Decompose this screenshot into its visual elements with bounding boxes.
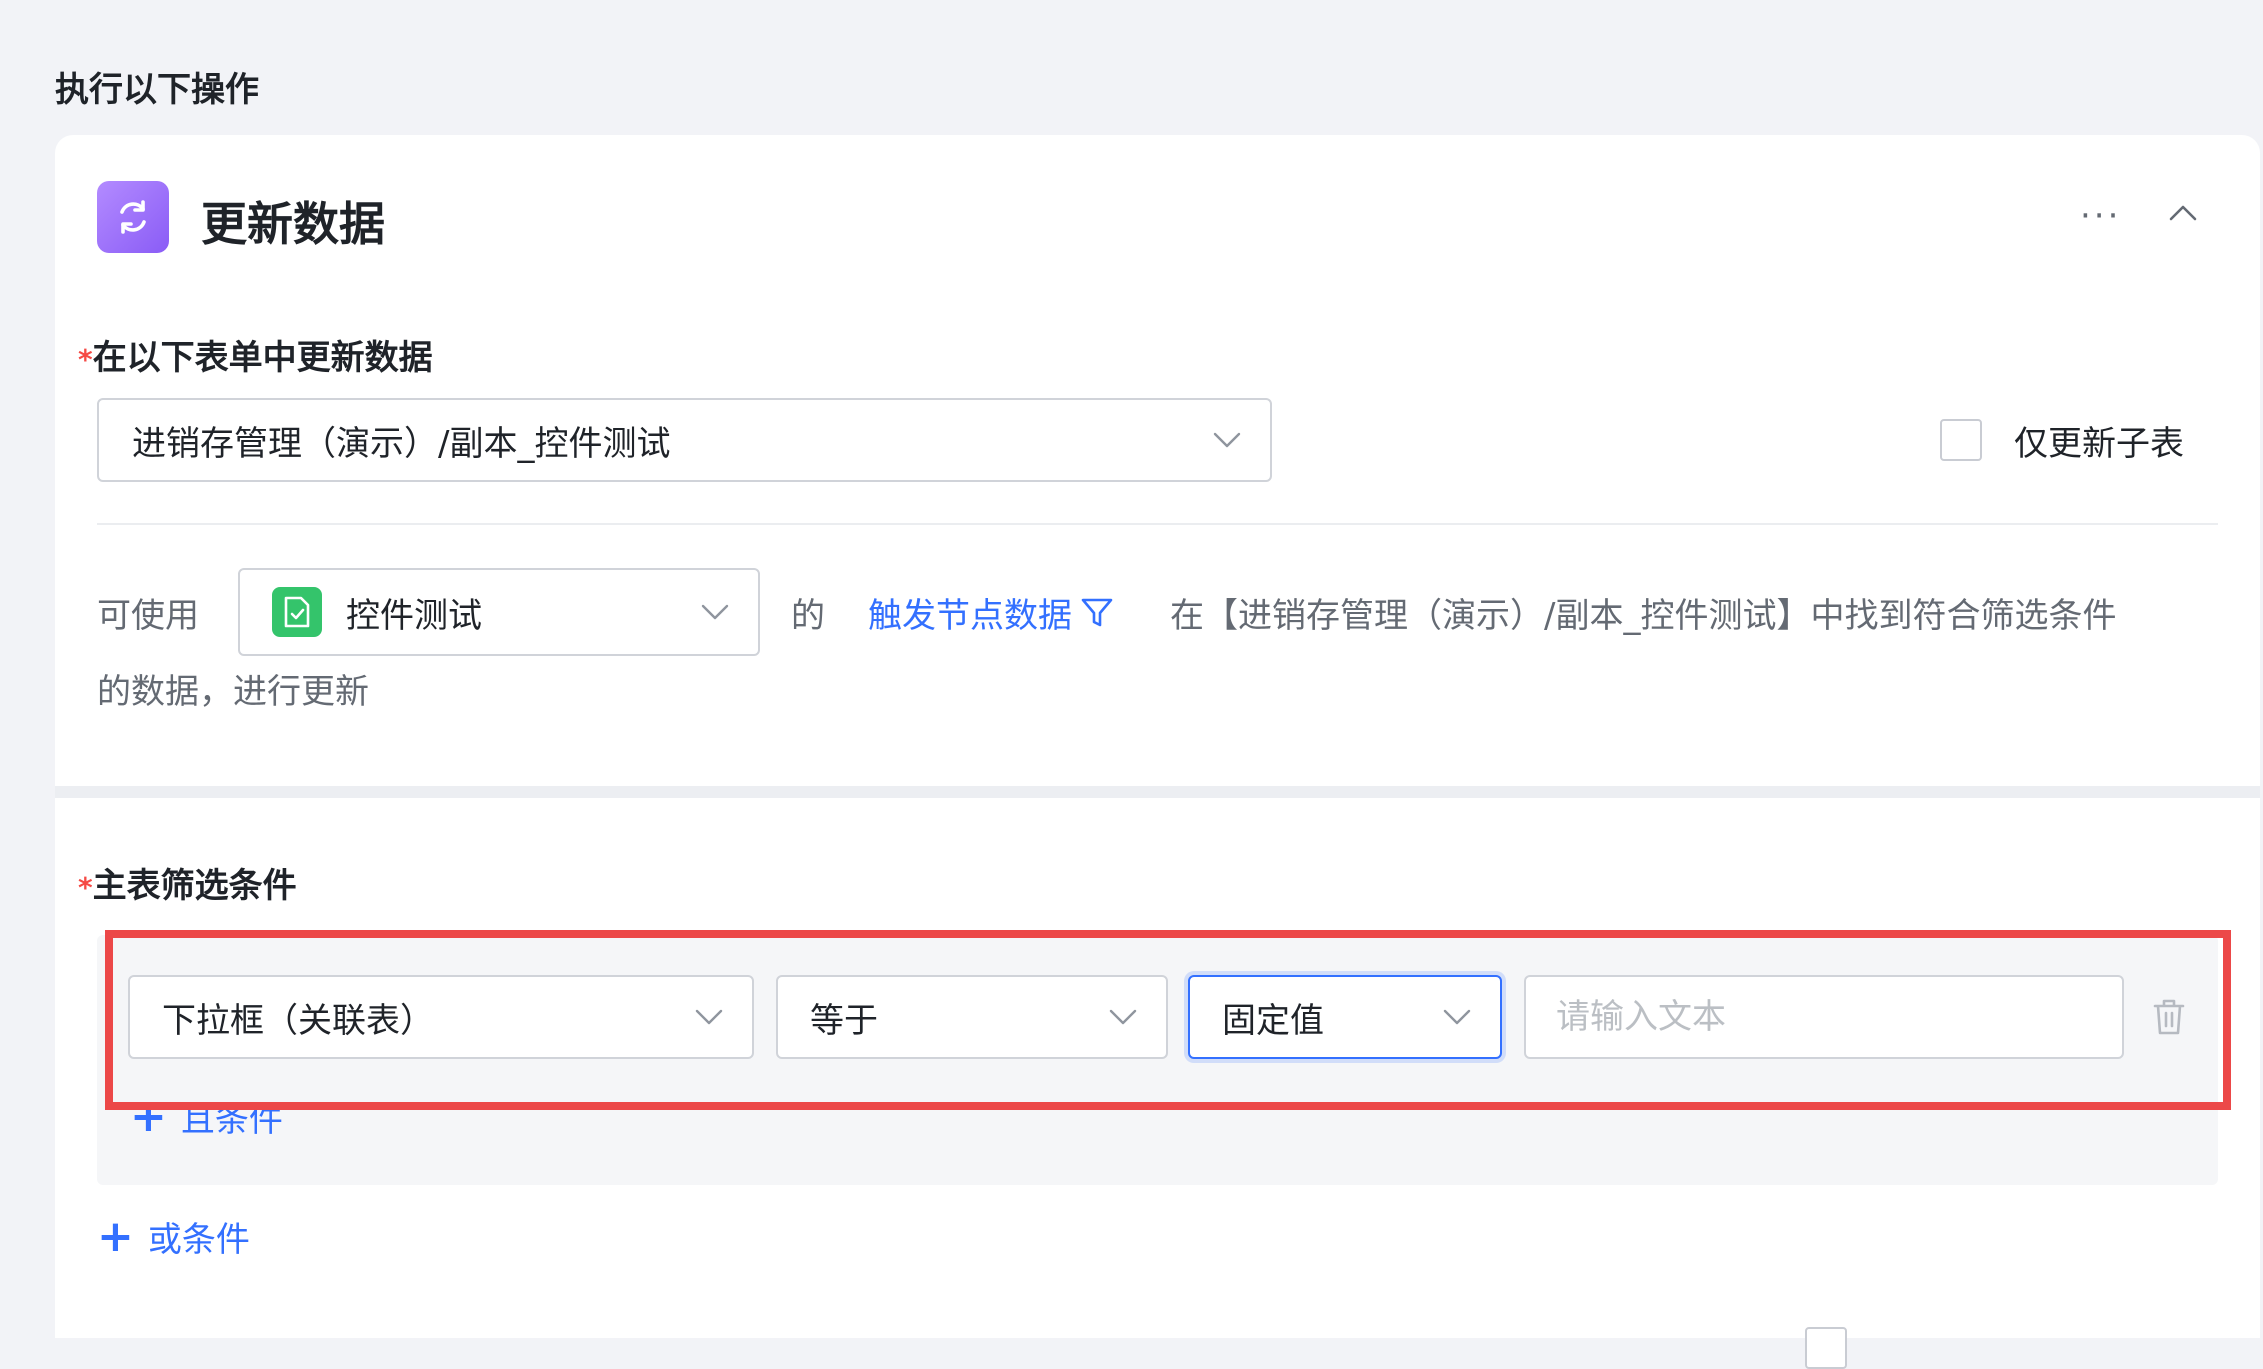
sub-table-only-checkbox[interactable] [1940,419,1982,461]
data-source-middle: 的 [791,596,825,636]
add-or-condition-button[interactable]: + 或条件 [97,1212,250,1261]
node-header-card [55,135,2260,302]
filter-icon [1081,598,1113,626]
required-mark: * [78,343,93,376]
data-source-prefix: 可使用 [97,596,199,636]
section-divider [55,786,2260,798]
data-source-select[interactable]: 控件测试 [238,568,760,656]
chevron-down-icon [1213,432,1241,448]
data-source-value: 控件测试 [346,595,482,636]
required-mark: * [78,871,93,904]
target-form-label: *在以下表单中更新数据 [78,330,433,379]
trigger-node-data-link[interactable]: 触发节点数据 [868,588,1114,637]
highlight-annotation [105,930,2231,1110]
checkbox[interactable] [1805,1327,1847,1369]
section-title: 执行以下操作 [55,70,259,110]
target-form-label-text: 在以下表单中更新数据 [92,338,433,378]
refresh-icon [97,181,169,253]
target-form-select[interactable]: 进销存管理（演示）/副本_控件测试 [97,398,1272,482]
node-title: 更新数据 [201,197,385,251]
add-or-condition-label: 或条件 [147,1220,250,1260]
chevron-down-icon [701,604,729,620]
plus-icon: + [97,1210,134,1262]
form-icon [272,587,322,637]
sub-table-only-label: 仅更新子表 [2014,424,2184,464]
chevron-up-icon[interactable] [2168,198,2198,228]
data-source-sentence: 在【进销存管理（演示）/副本_控件测试】中找到符合筛选条件 [1170,596,2117,636]
data-source-sentence-wrap: 的数据，进行更新 [97,672,369,712]
filter-label: *主表筛选条件 [78,858,297,907]
more-icon[interactable]: ··· [2080,196,2121,236]
filter-label-text: 主表筛选条件 [92,866,297,906]
divider [97,523,2218,525]
target-form-value: 进销存管理（演示）/副本_控件测试 [132,423,671,464]
trigger-node-data-text: 触发节点数据 [868,596,1072,636]
